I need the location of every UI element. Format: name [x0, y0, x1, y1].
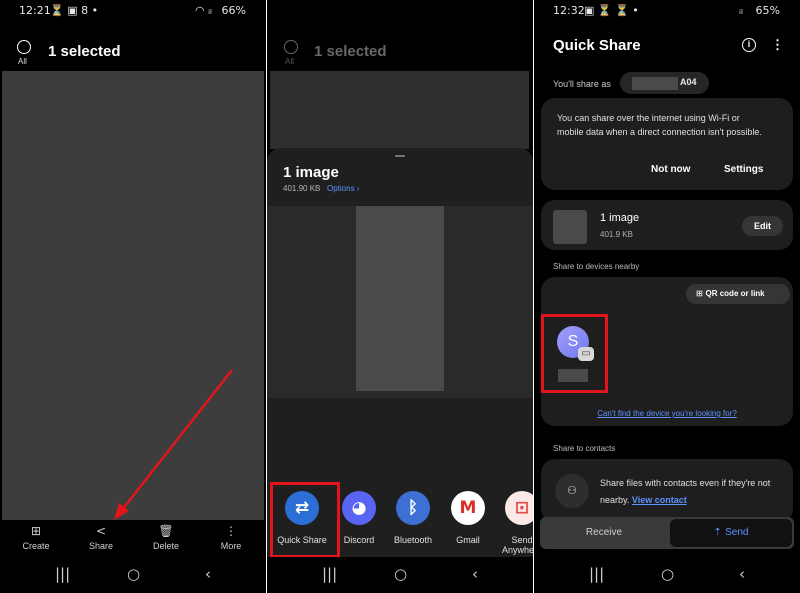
view-contact-link[interactable]: View contact: [632, 495, 687, 505]
internet-sharing-notice-card: You can share over the internet using Wi…: [541, 98, 793, 190]
select-all-label: All: [285, 57, 294, 66]
share-button[interactable]: < Share: [76, 524, 126, 551]
qr-code-icon: ⊞: [696, 289, 706, 298]
home-icon[interactable]: ○: [394, 565, 407, 583]
more-vertical-icon: ⋮: [225, 524, 237, 538]
back-icon[interactable]: ‹: [739, 565, 745, 583]
app-send-anywhere[interactable]: ⊡ Send Anywhere: [491, 486, 533, 555]
not-now-button[interactable]: Not now: [651, 164, 690, 175]
status-time: 12:32: [553, 4, 585, 17]
share-icon: <: [95, 524, 107, 538]
contacts-card: ⚇ Share files with contacts even if they…: [541, 459, 793, 523]
signal-icon: ᵢₗ: [739, 4, 743, 17]
sheet-file-size: 401.90 KB: [283, 184, 321, 193]
app-gmail[interactable]: M Gmail: [437, 486, 499, 545]
back-icon[interactable]: ‹: [205, 565, 211, 583]
image-preview-area: [267, 206, 533, 398]
system-nav-bar: ||| ○ ‹: [534, 557, 800, 593]
status-bar: 12:32 ▣ ⏳ ⏳ • ᵢₗ 65%: [534, 0, 800, 20]
file-info-card: 1 image 401.9 KB Edit: [541, 200, 793, 250]
contacts-icon: ⚇: [555, 474, 589, 508]
image-thumbnail: [356, 206, 444, 391]
home-icon[interactable]: ○: [661, 565, 674, 583]
send-anywhere-icon: ⊡: [505, 491, 533, 525]
sheet-drag-handle[interactable]: [395, 155, 405, 157]
system-nav-bar: ||| ○ ‹: [0, 557, 266, 593]
selected-count-title: 1 selected: [314, 43, 387, 60]
delete-label: Delete: [152, 541, 179, 551]
nearby-device-highlight: [541, 314, 608, 393]
settings-button[interactable]: Settings: [724, 164, 763, 175]
bluetooth-icon: ᛒ: [396, 491, 430, 525]
qr-button-label: QR code or link: [705, 289, 765, 298]
select-all-checkbox[interactable]: [284, 40, 298, 54]
options-link[interactable]: Options ›: [327, 184, 359, 193]
notice-text: You can share over the internet using Wi…: [557, 113, 762, 137]
qr-code-or-link-button[interactable]: ⊞ QR code or link: [686, 284, 790, 304]
nearby-section-label: Share to devices nearby: [553, 262, 640, 271]
create-icon: ⊞: [30, 524, 42, 538]
file-size: 401.9 KB: [600, 230, 633, 239]
status-notification-icons: ▣ ⏳ ⏳ •: [584, 4, 639, 17]
create-button[interactable]: ⊞ Create: [11, 524, 61, 551]
home-icon[interactable]: ○: [127, 565, 140, 583]
delete-button[interactable]: 🗑 Delete: [141, 524, 191, 551]
create-label: Create: [22, 541, 50, 551]
redacted-device-name: [632, 77, 678, 90]
more-vertical-icon[interactable]: ⋮: [771, 37, 784, 53]
system-nav-bar: ||| ○ ‹: [267, 557, 533, 593]
gallery-selection-screen: 12:21 ⏳ ▣ 8 • ◠ ᵢₗ 66% All 1 selected ⊞ …: [0, 0, 266, 593]
share-as-label: You'll share as: [553, 79, 611, 89]
quick-share-screen: 12:32 ▣ ⏳ ⏳ • ᵢₗ 65% Quick Share i ⋮ You…: [534, 0, 800, 593]
more-label: More: [220, 541, 242, 551]
app-label: Gmail: [456, 535, 480, 545]
contacts-section-label: Share to contacts: [553, 444, 616, 453]
recents-icon[interactable]: |||: [55, 565, 70, 583]
send-tab[interactable]: ⇡ Send: [670, 519, 792, 547]
receive-send-toggle: Receive ⇡ Send: [540, 517, 794, 549]
back-icon[interactable]: ‹: [472, 565, 478, 583]
dimmed-photo-preview: [270, 71, 529, 149]
trash-icon: 🗑: [158, 524, 174, 538]
sheet-title: 1 image: [283, 164, 339, 181]
red-pointer-arrow: [114, 369, 233, 520]
upload-arrow-icon: ⇡: [713, 527, 726, 538]
info-icon[interactable]: i: [742, 38, 756, 52]
receive-tab[interactable]: Receive: [540, 517, 668, 549]
gmail-icon: M: [451, 491, 485, 525]
share-label: Share: [88, 541, 114, 551]
device-name-suffix: A04: [680, 77, 697, 87]
edit-button[interactable]: Edit: [742, 216, 783, 236]
more-button[interactable]: ⋮ More: [206, 524, 256, 551]
bottom-action-bar: ⊞ Create < Share 🗑 Delete ⋮ More: [0, 520, 266, 557]
contacts-description: Share files with contacts even if they'r…: [600, 475, 780, 509]
file-thumbnail: [553, 210, 587, 244]
battery-indicator: 65%: [755, 4, 780, 17]
file-title: 1 image: [600, 212, 640, 224]
recents-icon[interactable]: |||: [322, 565, 337, 583]
my-device-name-pill[interactable]: A04: [620, 72, 709, 94]
recents-icon[interactable]: |||: [589, 565, 604, 583]
app-label: Bluetooth: [393, 535, 433, 545]
send-label: Send: [725, 527, 749, 538]
discord-icon: ◕: [342, 491, 376, 525]
quick-share-highlight: [270, 482, 340, 558]
page-title: Quick Share: [553, 37, 641, 54]
share-sheet-screen: All 1 selected 1 image 401.90 KB Options…: [267, 0, 533, 593]
app-bluetooth[interactable]: ᛒ Bluetooth: [382, 486, 444, 545]
app-label: Send Anywhere: [501, 535, 533, 555]
cant-find-device-link[interactable]: Can't find the device you're looking for…: [541, 409, 793, 418]
